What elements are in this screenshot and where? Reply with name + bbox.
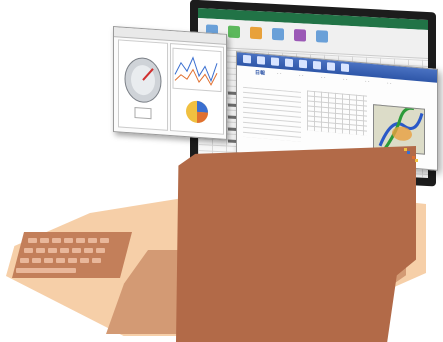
key [96, 248, 105, 253]
key [44, 258, 53, 263]
key [68, 258, 77, 263]
key [76, 238, 85, 243]
key [56, 258, 65, 263]
key [32, 258, 41, 263]
key [40, 238, 49, 243]
map-icon [374, 105, 424, 154]
tab-daily-report[interactable]: 日報 [255, 69, 265, 77]
chart-pane [170, 43, 224, 135]
tab[interactable]: · · [365, 78, 370, 84]
key [20, 258, 29, 263]
key [48, 248, 57, 253]
key [60, 248, 69, 253]
tab[interactable]: · · [299, 73, 304, 79]
line-chart-icon [172, 47, 222, 123]
tab[interactable]: · · [277, 71, 282, 77]
toolbar-icon[interactable] [341, 63, 349, 73]
key [84, 248, 93, 253]
ribbon-icon [250, 26, 262, 40]
toolbar-icon[interactable] [327, 62, 335, 71]
ribbon-icon [294, 29, 306, 42]
key [88, 238, 97, 243]
data-table [307, 90, 367, 136]
tab[interactable]: · · [387, 80, 392, 86]
laptop-lid [176, 146, 416, 342]
key [24, 248, 33, 253]
spacebar [16, 268, 76, 273]
key [80, 258, 89, 263]
key [52, 238, 61, 243]
ribbon-icon [228, 25, 240, 39]
toolbar-icon[interactable] [299, 59, 307, 69]
ribbon-icon [316, 30, 328, 43]
key [92, 258, 101, 263]
toolbar-icon[interactable] [243, 54, 251, 64]
tab[interactable]: · · [321, 75, 326, 81]
laptop-illustration: 日報 · · · · · · · · · · · · [0, 0, 443, 342]
sparkle-icon [412, 156, 418, 162]
key [28, 238, 37, 243]
gauge-pane [118, 39, 168, 131]
list-panel [243, 86, 301, 142]
key [100, 238, 109, 243]
sparkle-icon [404, 148, 410, 154]
toolbar-icon[interactable] [285, 58, 293, 68]
analysis-window [113, 26, 227, 140]
key [64, 238, 73, 243]
key [72, 248, 81, 253]
toolbar-icon[interactable] [313, 60, 321, 70]
tab[interactable]: · · [343, 77, 348, 83]
key [36, 248, 45, 253]
toolbar-icon[interactable] [271, 57, 279, 66]
toolbar-icon[interactable] [257, 56, 265, 65]
ribbon-icon [272, 27, 284, 41]
gauge-icon [124, 57, 162, 120]
